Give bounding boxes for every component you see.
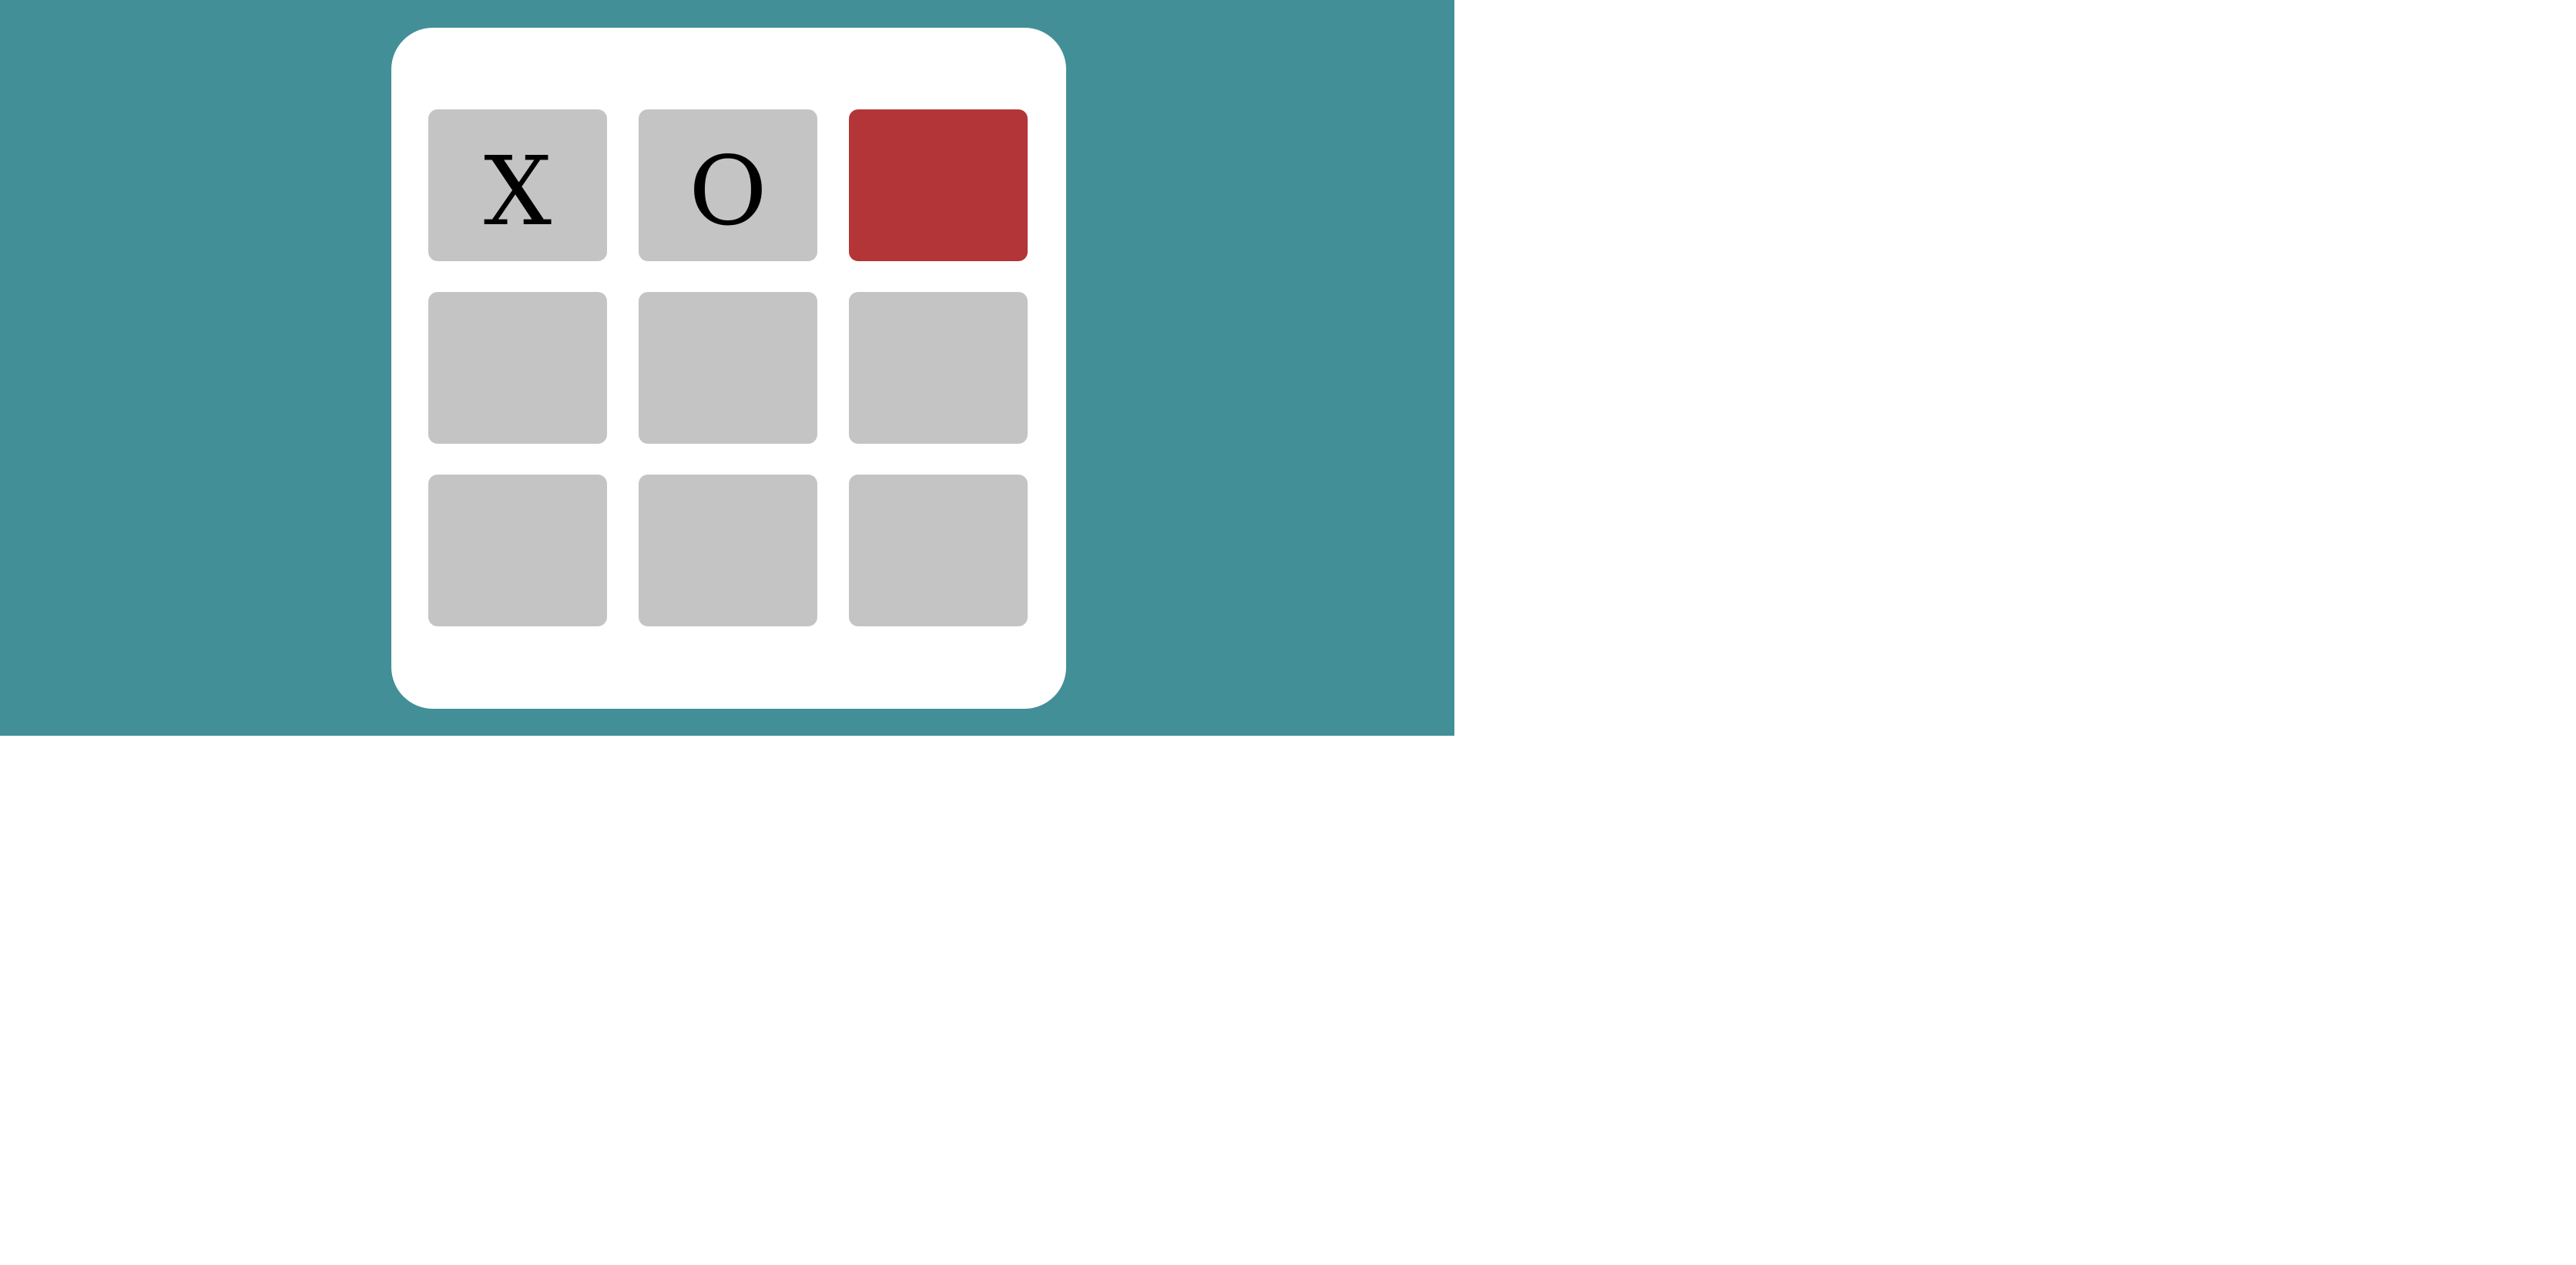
board-cell-9[interactable] (849, 475, 1028, 626)
board-cell-4[interactable] (428, 292, 607, 444)
cell-mark: X (483, 136, 552, 247)
tic-tac-toe-board: X O (391, 28, 1066, 709)
board-cell-7[interactable] (428, 475, 607, 626)
game-background: X O (0, 0, 1454, 736)
board-cell-3[interactable] (849, 109, 1028, 261)
board-cell-8[interactable] (639, 475, 817, 626)
board-cell-1[interactable]: X (428, 109, 607, 261)
board-cell-5[interactable] (639, 292, 817, 444)
cell-mark: O (689, 136, 767, 247)
board-cell-6[interactable] (849, 292, 1028, 444)
board-cell-2[interactable]: O (639, 109, 817, 261)
